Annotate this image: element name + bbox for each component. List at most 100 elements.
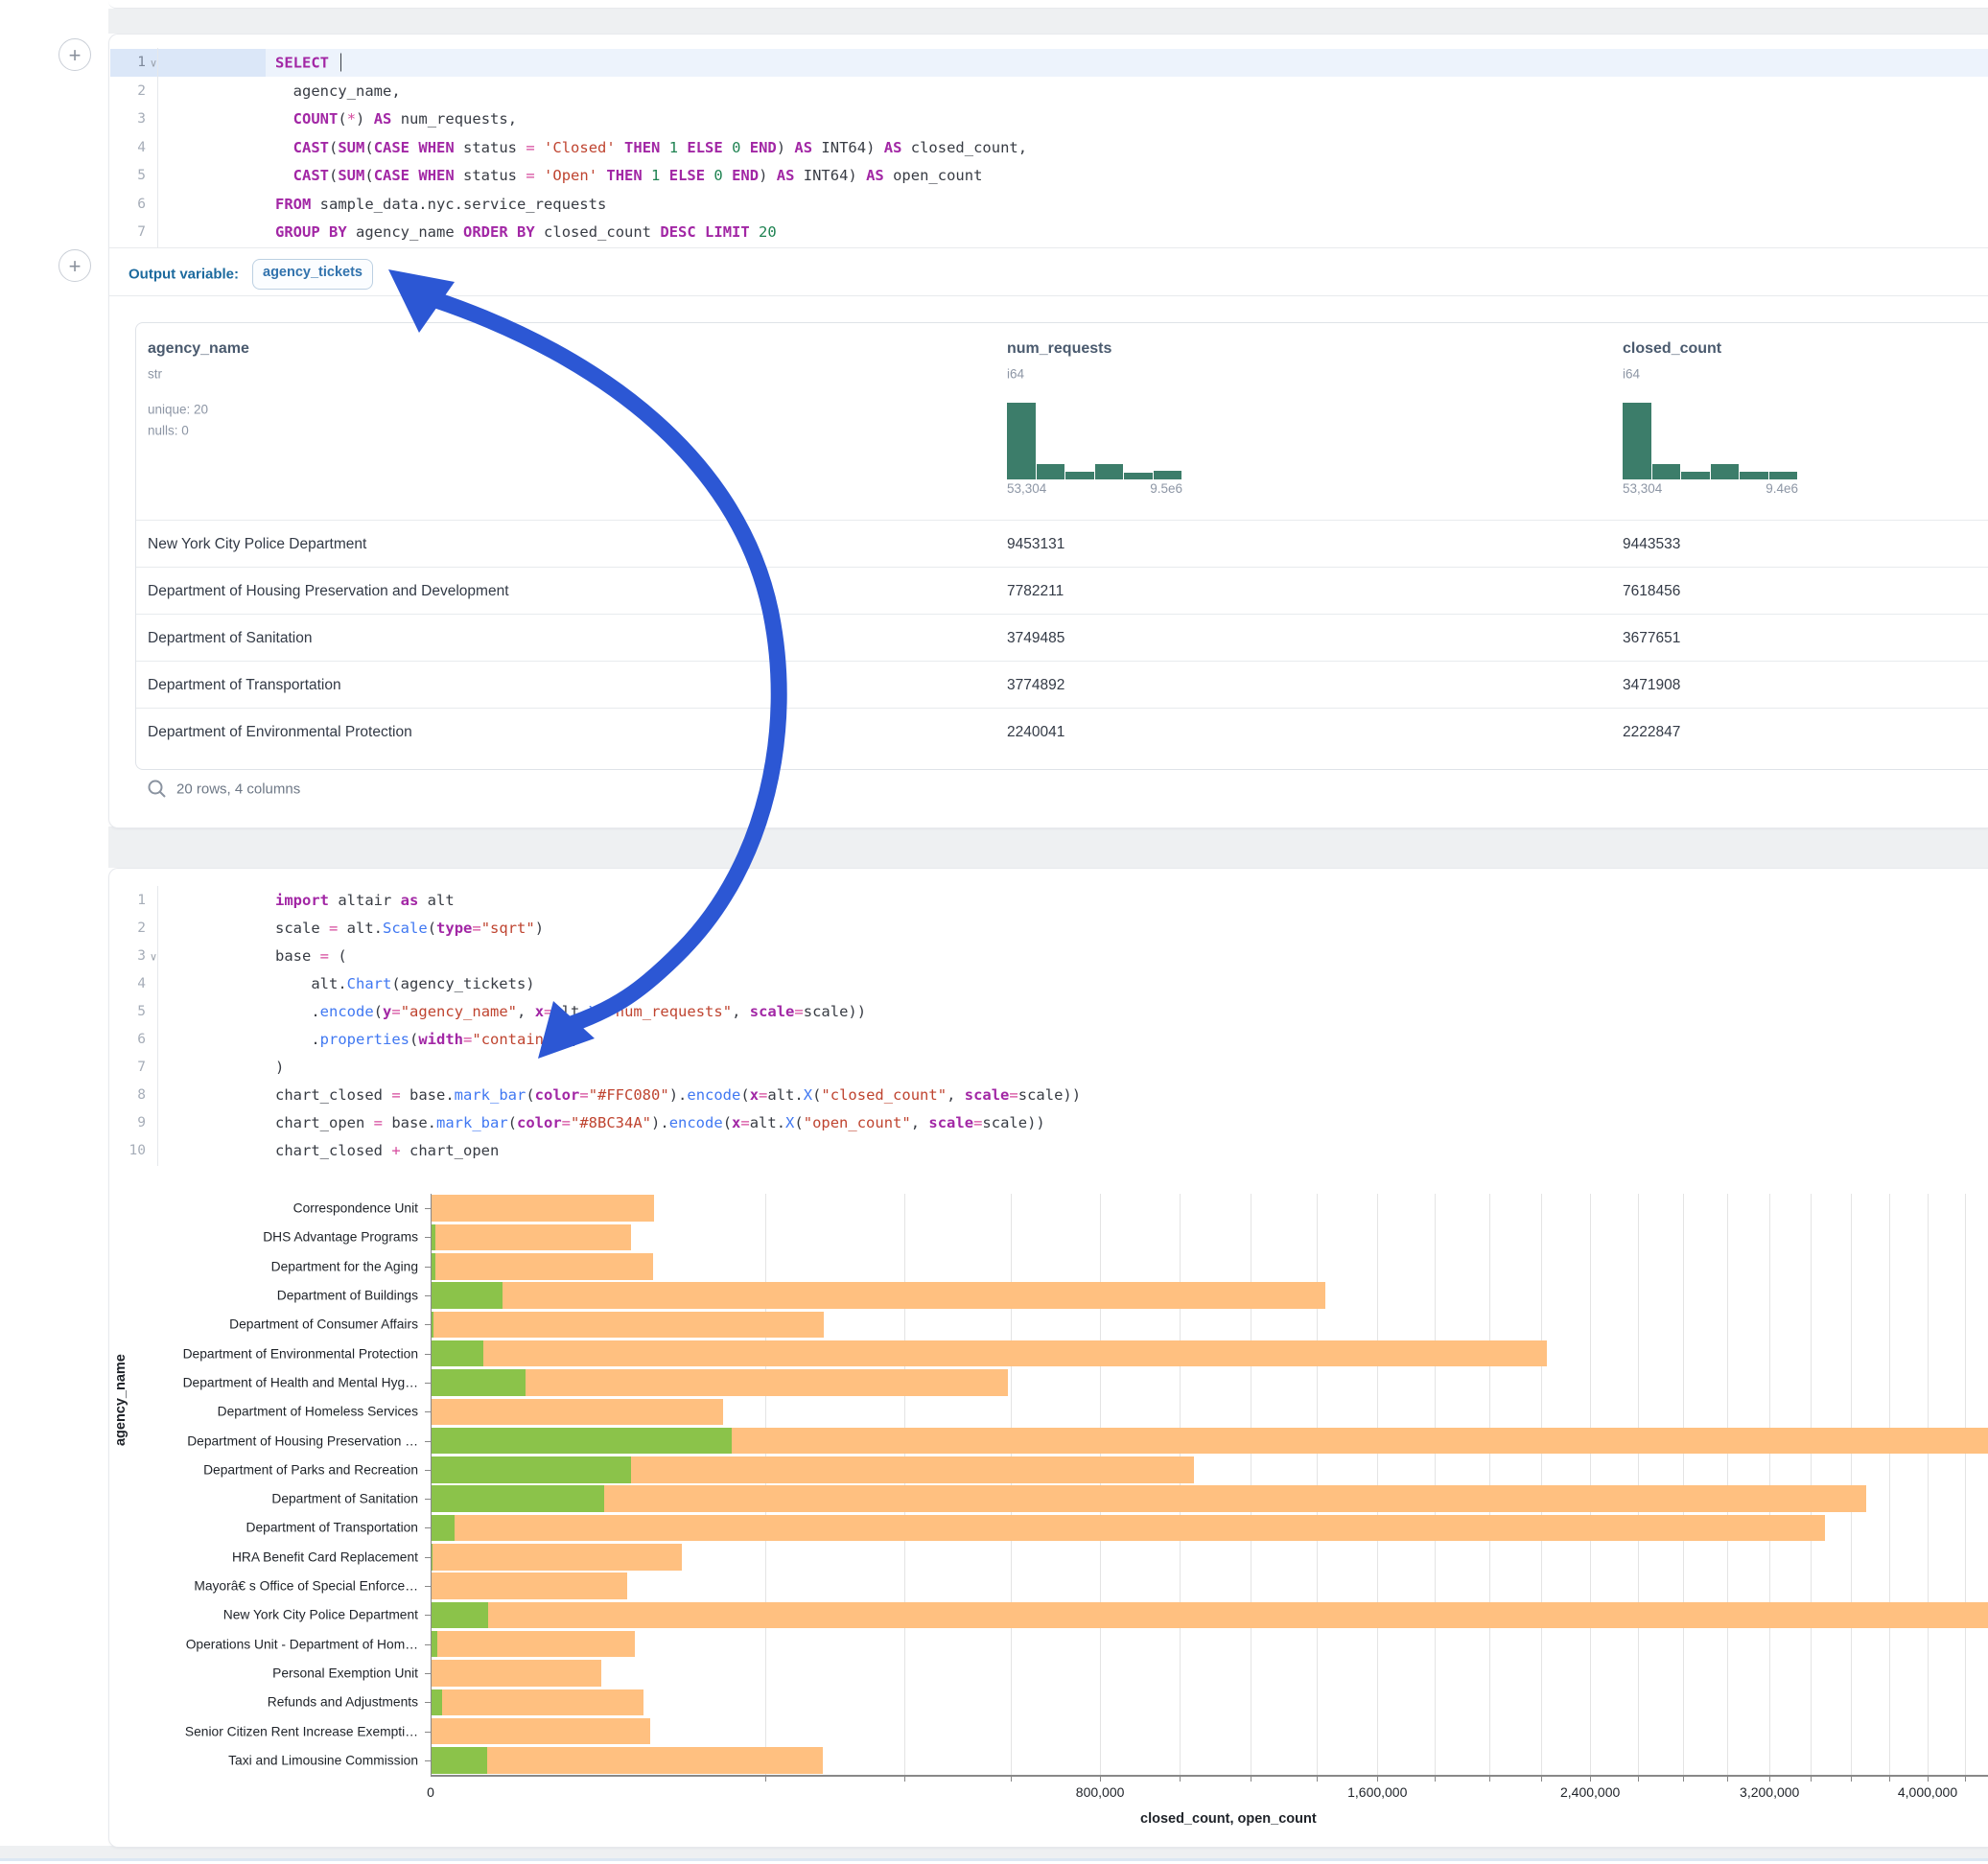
column-header-name[interactable]: agency_name bbox=[148, 340, 249, 358]
y-axis-label: Department for the Aging bbox=[138, 1259, 418, 1273]
code-token bbox=[705, 167, 713, 184]
code-token: AS bbox=[884, 139, 902, 156]
code-token: 'Open' bbox=[544, 167, 597, 184]
code-token: 0 bbox=[713, 167, 722, 184]
code-token: CASE bbox=[374, 139, 409, 156]
code-token bbox=[696, 223, 705, 241]
table-row[interactable]: Department of Housing Preservation and D… bbox=[136, 567, 1988, 615]
previous-cell-bottom-edge bbox=[108, 0, 1988, 9]
code-token: ) bbox=[759, 167, 777, 184]
histogram-max-label: 9.4e6 bbox=[1623, 481, 1798, 496]
code-token bbox=[740, 139, 749, 156]
code-token: ELSE bbox=[687, 139, 722, 156]
code-token: ELSE bbox=[669, 167, 705, 184]
bar-closed-count bbox=[431, 1602, 1988, 1629]
code-token: ( bbox=[364, 139, 373, 156]
y-axis-label: Department of Buildings bbox=[138, 1289, 418, 1303]
cell-value: 2222847 bbox=[1623, 724, 1680, 741]
column-type-label: i64 bbox=[1623, 367, 1640, 382]
search-icon[interactable] bbox=[147, 779, 168, 800]
code-token: ORDER bbox=[463, 223, 508, 241]
code-token bbox=[275, 139, 293, 156]
bar-open-count bbox=[431, 1456, 631, 1483]
gridline bbox=[1317, 1194, 1318, 1775]
add-cell-button-top[interactable]: + bbox=[58, 38, 91, 71]
column-histogram bbox=[1007, 403, 1182, 479]
code-token bbox=[329, 55, 338, 72]
bar-closed-count bbox=[431, 1660, 601, 1687]
python-cell-card: 1import altair as alt2scale = alt.Scale(… bbox=[108, 868, 1988, 1848]
y-axis-label: New York City Police Department bbox=[138, 1608, 418, 1622]
column-type-label: i64 bbox=[1007, 367, 1024, 382]
histogram-bar bbox=[1065, 472, 1094, 479]
code-line[interactable]: SELECT bbox=[275, 54, 341, 72]
y-axis-label: Refunds and Adjustments bbox=[138, 1695, 418, 1710]
gridline bbox=[904, 1194, 905, 1775]
code-token: agency_name bbox=[347, 223, 463, 241]
histogram-bar bbox=[1007, 403, 1036, 479]
x-axis-tick-label: 800,000 bbox=[1076, 1784, 1125, 1800]
code-line[interactable]: FROM sample_data.nyc.service_requests bbox=[275, 196, 606, 213]
bar-closed-count bbox=[431, 1253, 653, 1280]
code-token bbox=[643, 167, 651, 184]
code-token: 'Closed' bbox=[544, 139, 616, 156]
line-number: 3 bbox=[119, 111, 146, 127]
code-token: LIMIT bbox=[705, 223, 750, 241]
cell-value: 7782211 bbox=[1007, 583, 1064, 600]
x-axis-tick-label: 2,400,000 bbox=[1560, 1784, 1620, 1800]
code-token: ( bbox=[329, 139, 338, 156]
code-token: SUM bbox=[338, 167, 364, 184]
code-token bbox=[660, 139, 668, 156]
code-token: COUNT bbox=[293, 110, 339, 128]
cell-gap-top bbox=[108, 9, 1988, 34]
column-histogram bbox=[1623, 403, 1798, 479]
table-row[interactable]: Department of Sanitation37494853677651 bbox=[136, 614, 1988, 662]
text-cursor bbox=[340, 54, 341, 72]
bar-closed-count bbox=[431, 1195, 654, 1222]
sql-gutter-divider bbox=[157, 48, 158, 247]
table-row[interactable]: New York City Police Department945313194… bbox=[136, 520, 1988, 568]
column-header-name[interactable]: closed_count bbox=[1623, 340, 1721, 358]
code-fold-chevron-icon[interactable]: ∨ bbox=[150, 58, 157, 70]
code-token: 20 bbox=[759, 223, 777, 241]
output-variable-pill[interactable]: agency_tickets bbox=[252, 259, 373, 290]
next-cell-top-edge bbox=[0, 1858, 1988, 1861]
table-row[interactable]: Department of Transportation377489234719… bbox=[136, 661, 1988, 709]
code-token: AS bbox=[866, 167, 884, 184]
code-token: closed_count, bbox=[901, 139, 1027, 156]
column-header-name[interactable]: num_requests bbox=[1007, 340, 1111, 358]
code-token bbox=[678, 139, 687, 156]
x-axis-tick-label: 0 bbox=[427, 1784, 434, 1800]
code-line[interactable]: COUNT(*) AS num_requests, bbox=[275, 110, 517, 128]
bar-closed-count bbox=[431, 1631, 635, 1658]
bar-open-count bbox=[431, 1369, 526, 1396]
code-line[interactable]: CAST(SUM(CASE WHEN status = 'Closed' THE… bbox=[275, 139, 1027, 156]
bar-closed-count bbox=[431, 1485, 1866, 1512]
code-line[interactable]: CAST(SUM(CASE WHEN status = 'Open' THEN … bbox=[275, 167, 982, 184]
code-token: ( bbox=[329, 167, 338, 184]
gridline bbox=[1541, 1194, 1542, 1775]
y-axis-label: Department of Consumer Affairs bbox=[138, 1317, 418, 1332]
code-token: THEN bbox=[624, 139, 660, 156]
code-token: BY bbox=[517, 223, 535, 241]
y-axis-label: Mayorâ€ s Office of Special Enforce… bbox=[138, 1579, 418, 1594]
code-line[interactable]: agency_name, bbox=[275, 82, 401, 100]
code-token bbox=[275, 167, 293, 184]
histogram-bar bbox=[1681, 472, 1710, 479]
code-token: status bbox=[455, 139, 526, 156]
gridline bbox=[1769, 1194, 1770, 1775]
code-token: ) bbox=[356, 110, 374, 128]
dataframe-preview[interactable]: agency_namestrunique: 20nulls: 0num_requ… bbox=[135, 322, 1988, 770]
cell-agency-name: Department of Sanitation bbox=[148, 630, 312, 647]
add-cell-button-output[interactable]: + bbox=[58, 249, 91, 282]
code-token: 1 bbox=[669, 139, 678, 156]
code-token: SUM bbox=[338, 139, 364, 156]
code-token: AS bbox=[777, 167, 795, 184]
y-axis-label: Operations Unit - Department of Hom… bbox=[138, 1637, 418, 1651]
code-line[interactable]: GROUP BY agency_name ORDER BY closed_cou… bbox=[275, 223, 777, 241]
gridline bbox=[1683, 1194, 1684, 1775]
bar-open-count bbox=[431, 1689, 442, 1716]
histogram-bar bbox=[1154, 471, 1182, 479]
table-row[interactable]: Department of Environmental Protection22… bbox=[136, 708, 1988, 756]
bar-closed-count bbox=[431, 1718, 650, 1745]
